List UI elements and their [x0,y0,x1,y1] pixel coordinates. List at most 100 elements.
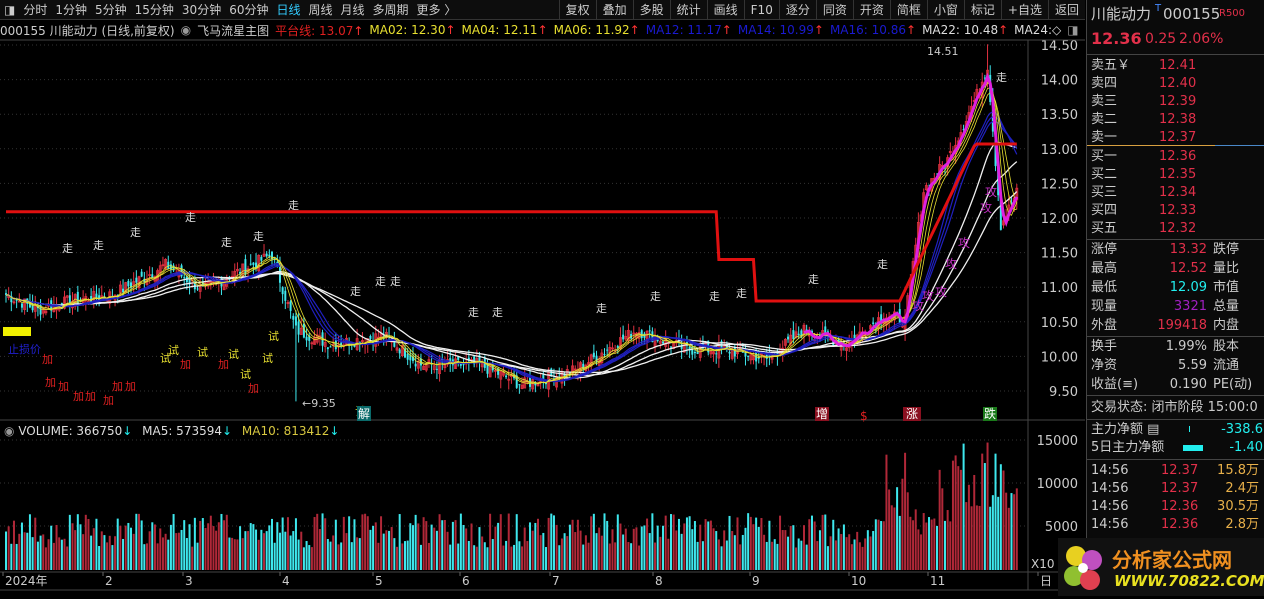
price-tick-label: 12.00 [1041,212,1078,227]
candle-body [797,333,800,335]
candle-body [95,293,98,298]
volume-bar [145,543,148,570]
price-tick-label: 14.50 [1041,39,1078,54]
volume-bar [664,515,667,570]
ask-price: 12.39 [1159,94,1197,109]
volume-bar [26,532,29,570]
toolbar-button[interactable]: 画线 [706,0,744,20]
volume-bar [723,530,726,570]
period-tab[interactable]: 更多 〉 [413,1,461,18]
volume-bar [922,513,925,570]
indicator-label: MA02: 12.30 [369,23,446,37]
volume-bar [991,495,994,570]
toolbar-button[interactable]: 返回 [1047,0,1085,20]
stats2-row: 净资 5.59 流通 [1091,357,1263,375]
volume-bar [888,489,891,570]
candle-body [15,299,18,301]
period-tab[interactable]: 日线 [272,1,304,18]
indicator-label: MA22: 10.48 [922,23,999,37]
flower-logo-icon [1064,546,1102,590]
volume-dropdown-icon[interactable]: ◉ [4,424,14,438]
signal-marker-try: 试 [228,348,239,361]
toolbar-button[interactable]: F10 [743,0,779,20]
volume-bar [159,528,162,570]
volume-bar [853,539,856,570]
volume-bar [135,513,138,570]
volume-ma5: MA5: 573594 [142,424,222,438]
toolbar-button[interactable]: 叠加 [595,0,633,20]
quote-panel: 川能动力 T 000155 R500 12.36 0.25 2.06% 卖五￥ 1… [1086,0,1264,596]
stat-label: 内盘 [1213,318,1240,333]
period-tab[interactable]: 月线 [337,1,369,18]
volume-bar [297,539,300,570]
volume-bar [912,520,915,570]
period-tab[interactable]: 5分钟 [91,1,131,18]
volume-bar [667,538,670,570]
volume-bar [521,546,524,570]
stat-label: 流通 [1213,358,1240,373]
volume-bar [537,518,539,570]
volume-bar [302,547,305,570]
volume-bar [901,478,904,570]
toolbar-button[interactable]: 标记 [963,0,1001,20]
volume-bar [71,523,74,570]
period-tab[interactable]: 1分钟 [51,1,91,18]
volume-bar [951,460,954,570]
indicator-name[interactable]: 飞马流星主图 [197,22,269,39]
toolbar-button[interactable]: 开资 [852,0,890,20]
toolbar-button[interactable]: 多股 [632,0,670,20]
toolbar-button[interactable]: 同资 [815,0,853,20]
indicator-dropdown-icon[interactable]: ◉ [181,23,191,37]
volume-bar [619,523,622,570]
ask-label: 卖四 [1091,76,1118,91]
period-tab[interactable]: 15分钟 [131,1,178,18]
volume-bar [337,544,340,570]
volume-bar [547,517,550,570]
bid-price: 12.36 [1159,149,1197,164]
panel-toggle-icon[interactable]: ◨ [1067,23,1078,37]
candle-body [518,384,521,386]
volume-bar [715,531,718,570]
panel-toggle-icon[interactable]: ◨ [0,3,19,17]
period-tab[interactable]: 60分钟 [225,1,272,18]
volume-bar [595,533,598,570]
period-tab[interactable]: 多周期 [369,1,413,18]
volume-bar [228,537,231,570]
volume-bar [675,530,678,570]
up-arrow-icon: ↑ [998,23,1009,37]
ask-price: 12.38 [1159,112,1197,127]
volume-bar [292,531,295,570]
toolbar-button[interactable]: 小窗 [926,0,964,20]
volume-bar [813,521,816,570]
volume-bar [920,534,923,570]
kline-chart[interactable]: 14.50 14.00 13.50 13.00 12.50 12.00 11.50 11.00… [0,0,1085,596]
volume-bar [390,527,393,570]
book-row: 卖五￥ 12.41 [1091,57,1263,75]
volume-bar [646,518,649,570]
period-tab[interactable]: 30分钟 [178,1,225,18]
volume-bar [271,518,273,570]
price-tick-label: 12.50 [1041,177,1078,192]
toolbar-button[interactable]: 复权 [558,0,596,20]
volume-bar [31,537,34,570]
toolbar-button[interactable]: 统计 [669,0,707,20]
volume-bar [332,535,335,570]
volume-bar [872,531,875,570]
period-tab[interactable]: 周线 [305,1,337,18]
volume-bar [329,541,332,570]
candle-body [284,290,287,301]
period-tab[interactable]: 分时 [19,1,51,18]
ask-price: 12.40 [1159,76,1197,91]
toolbar-button[interactable]: +自选 [1000,0,1048,20]
volume-bar [265,531,268,570]
volume-bar [789,525,792,570]
volume-bar [183,520,186,570]
indicator-value: 平台线: 13.07↑ [275,22,363,39]
candle-body [662,341,665,344]
volume-bar [385,530,388,570]
volume-bar [938,469,941,570]
toolbar-button[interactable]: 逐分 [778,0,816,20]
toolbar-button[interactable]: 简框 [889,0,927,20]
candle-body [294,316,297,326]
tick-volume: 30.5万 [1217,499,1259,514]
